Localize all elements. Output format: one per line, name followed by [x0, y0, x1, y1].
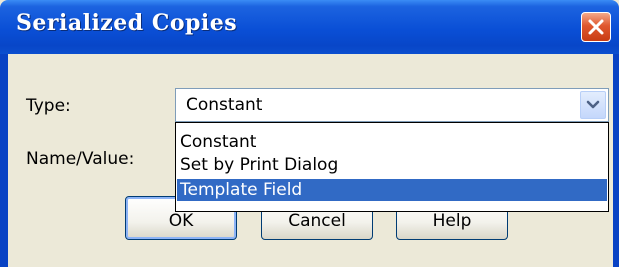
- type-label: Type:: [26, 96, 71, 116]
- type-select-value: Constant: [186, 95, 263, 115]
- chevron-down-icon: [586, 100, 600, 109]
- close-button[interactable]: [581, 12, 611, 42]
- name-value-label: Name/Value:: [26, 149, 135, 169]
- option-template-field[interactable]: Template Field: [177, 179, 607, 201]
- dialog-title: Serialized Copies: [16, 10, 238, 36]
- window-frame-right: [613, 54, 619, 267]
- cancel-button-label: Cancel: [288, 211, 346, 231]
- type-dropdown-list: Constant Set by Print Dialog Template Fi…: [175, 122, 609, 212]
- help-button-label: Help: [432, 211, 472, 231]
- close-icon: [588, 19, 604, 35]
- type-select[interactable]: Constant: [175, 88, 609, 122]
- dropdown-arrow-button[interactable]: [580, 91, 606, 119]
- title-bar[interactable]: Serialized Copies: [0, 0, 619, 54]
- ok-button-label: OK: [168, 211, 194, 231]
- dialog-window: Serialized Copies Type: Name/Value: Cons…: [0, 0, 619, 267]
- option-set-by-print-dialog[interactable]: Set by Print Dialog: [177, 154, 607, 176]
- option-constant[interactable]: Constant: [177, 131, 607, 153]
- window-frame-left: [0, 54, 8, 267]
